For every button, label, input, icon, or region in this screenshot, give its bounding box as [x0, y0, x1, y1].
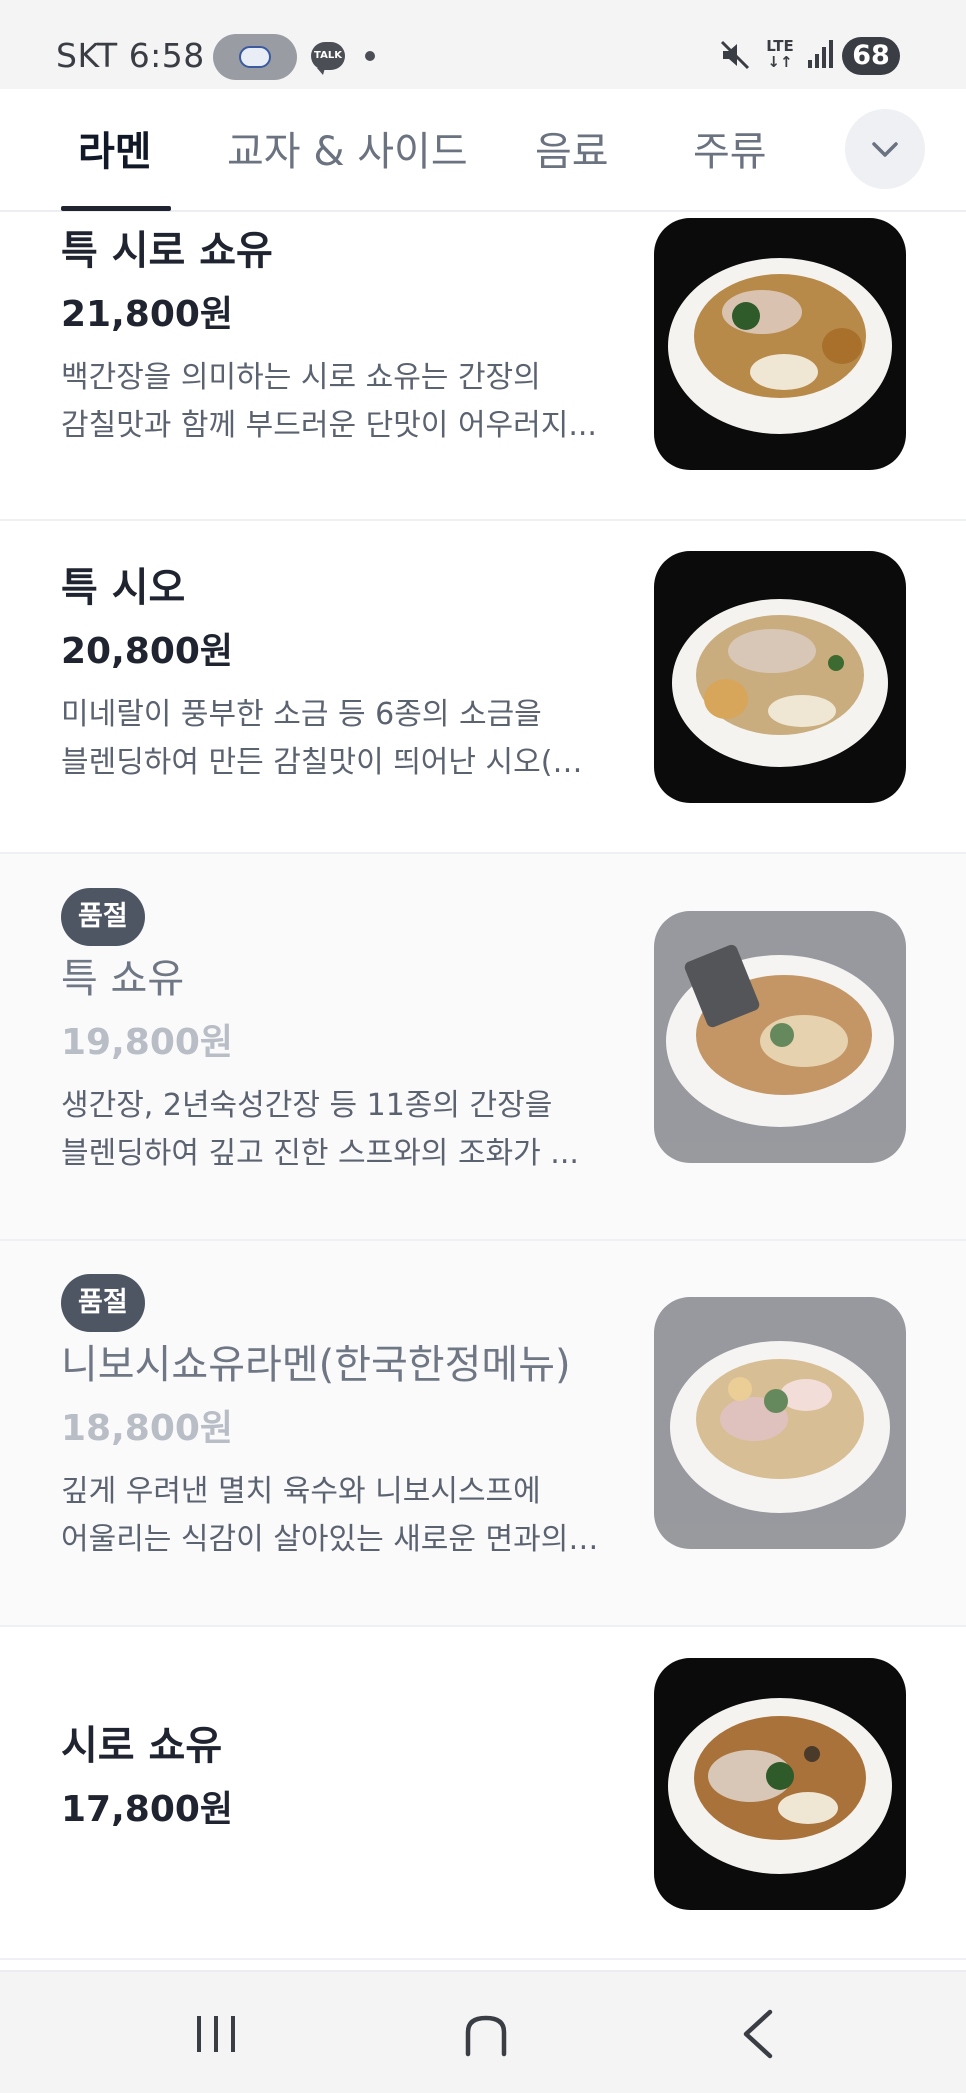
home-button[interactable] [451, 2002, 521, 2066]
menu-item-description: 미네랄이 풍부한 소금 등 6종의 소금을 블렌딩하여 만든 감칠맛이 띄어난 … [61, 697, 601, 780]
back-icon [743, 2009, 773, 2059]
menu-item-description: 백간장을 의미하는 시로 쇼유는 간장의 감칠맛과 함께 부드러운 단맛이 어우… [61, 360, 597, 443]
menu-item-info: 특 시로 쇼유 21,800원 백간장을 의미하는 시로 쇼유는 간장의 감칠맛… [61, 226, 601, 450]
menu-list: 특 시로 쇼유 21,800원 백간장을 의미하는 시로 쇼유는 간장의 감칠맛… [0, 212, 966, 1960]
menu-item-photo [654, 1658, 906, 1910]
menu-item-price: 20,800원 [61, 631, 234, 672]
more-notifications-dot-icon [365, 51, 375, 61]
menu-item-name: 시로 쇼유 [61, 1723, 223, 1769]
menu-item-price: 17,800원 [61, 1789, 234, 1830]
menu-item-photo [654, 551, 906, 803]
menu-item-photo [654, 218, 906, 470]
menu-item-name: 특 시로 쇼유 [61, 228, 273, 274]
home-icon [465, 2015, 507, 2057]
menu-item-name: 특 쇼유 [61, 956, 185, 1002]
menu-item[interactable]: 특 시로 쇼유 21,800원 백간장을 의미하는 시로 쇼유는 간장의 감칠맛… [0, 212, 966, 521]
tab-drinks[interactable]: 음료 [535, 119, 609, 177]
menu-item-name: 특 시오 [61, 565, 186, 611]
menu-item-price: 18,800원 [61, 1408, 234, 1449]
menu-item-info: 시로 쇼유 17,800원 [61, 1721, 601, 1833]
recent-apps-icon [197, 2016, 235, 2052]
tab-ramen[interactable]: 라멘 [78, 119, 152, 177]
menu-item-info: 특 시오 20,800원 미네랄이 풍부한 소금 등 6종의 소금을 블렌딩하여… [61, 563, 601, 787]
chevron-down-icon [872, 142, 898, 157]
sold-out-badge: 품절 [61, 1274, 145, 1332]
tab-gyoza-side[interactable]: 교자 & 사이드 [227, 119, 468, 177]
menu-item[interactable]: 특 시오 20,800원 미네랄이 풍부한 소금 등 6종의 소금을 블렌딩하여… [0, 521, 966, 854]
menu-item-photo [654, 1297, 906, 1549]
menu-item[interactable]: 시로 쇼유 17,800원 [0, 1627, 966, 1960]
kakaotalk-notification-icon: TALK [311, 42, 345, 75]
menu-item-description: 생간장, 2년숙성간장 등 11종의 간장을 블렌딩하여 깊고 진한 스프와의 … [61, 1088, 579, 1171]
app-screen: { "status_bar": { "carrier": "SKT", "tim… [0, 0, 966, 2093]
menu-item-description: 깊게 우려낸 멸치 육수와 니보시스프에 어울리는 식감이 살아있는 새로운 면… [61, 1474, 601, 1557]
recent-apps-button[interactable] [181, 2002, 251, 2066]
menu-item-name: 니보시쇼유라멘(한국한정메뉴) [61, 1342, 571, 1388]
menu-item-price: 21,800원 [61, 294, 234, 335]
active-tab-indicator [61, 206, 171, 211]
menu-item[interactable]: 품절 특 쇼유 19,800원 생간장, 2년숙성간장 등 11종의 간장을 블… [0, 854, 966, 1241]
status-bar: SKT 6:58 TALK LTE ↓↑ 68 [0, 0, 966, 89]
sold-out-badge: 품절 [61, 888, 145, 946]
menu-item-info: 품절 특 쇼유 19,800원 생간장, 2년숙성간장 등 11종의 간장을 블… [61, 888, 601, 1178]
lte-icon: LTE ↓↑ [766, 37, 794, 71]
back-button[interactable] [724, 2002, 794, 2066]
tab-liquor[interactable]: 주류 [693, 119, 767, 177]
battery-indicator: 68 [842, 37, 900, 75]
status-carrier-time: SKT 6:58 [56, 36, 205, 75]
menu-item-photo [654, 911, 906, 1163]
menu-item[interactable]: 품절 니보시쇼유라멘(한국한정메뉴) 18,800원 깊게 우려낸 멸치 육수와… [0, 1241, 966, 1627]
system-navigation-bar [0, 1970, 966, 2093]
menu-item-info: 품절 니보시쇼유라멘(한국한정메뉴) 18,800원 깊게 우려낸 멸치 육수와… [61, 1274, 601, 1564]
category-tab-bar: 라멘 교자 & 사이드 음료 주류 [0, 89, 966, 212]
expand-categories-button[interactable] [845, 109, 925, 189]
signal-icon [808, 40, 833, 68]
mute-icon [720, 40, 750, 70]
menu-item-price: 19,800원 [61, 1022, 234, 1063]
baseball-app-notification-icon [213, 34, 297, 80]
